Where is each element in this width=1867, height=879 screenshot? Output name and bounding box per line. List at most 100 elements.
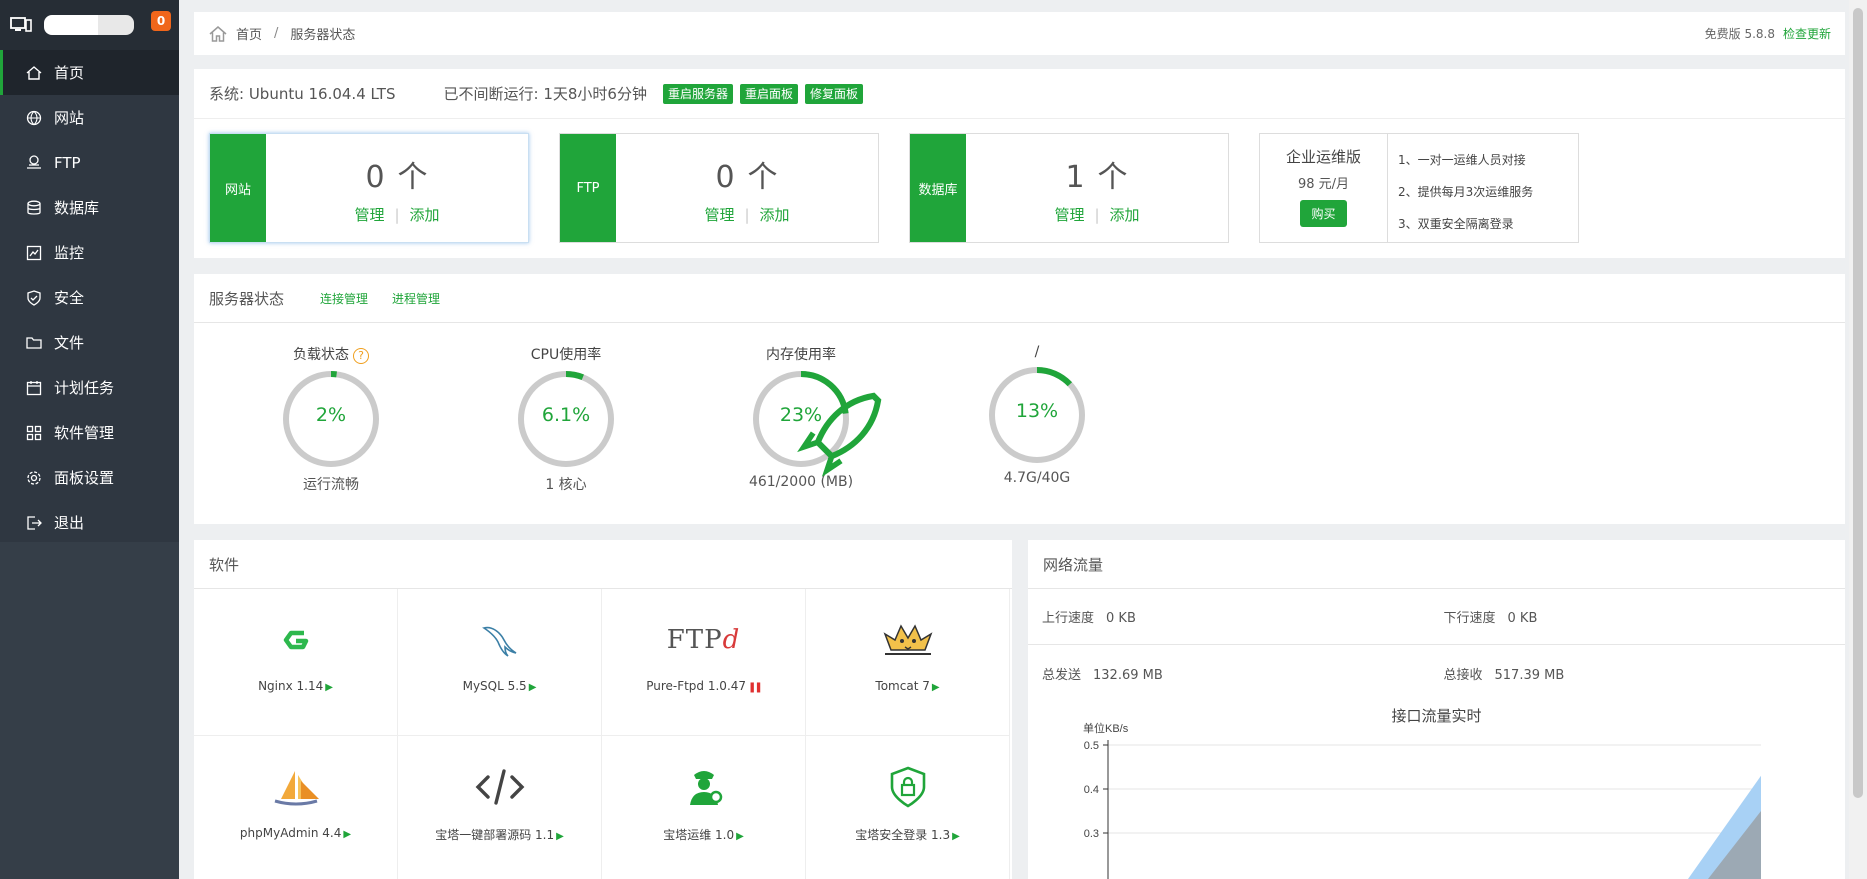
software-state-icon[interactable]: ▶ [736,831,744,842]
enterprise-title: 企业运维版 [1285,148,1361,166]
software-item[interactable]: Tomcat 7 ▶ [806,589,1010,736]
sidebar-item-8[interactable]: 软件管理 [0,410,179,455]
os-info: 系统: Ubuntu 16.04.4 LTS [209,85,396,103]
sidebar-item-label: 安全 [54,289,85,307]
phpmyadmin-icon [268,762,324,812]
software-item[interactable]: FTPd Pure-Ftpd 1.0.47 ❚❚ [602,589,806,736]
sidebar-item-9[interactable]: 面板设置 [0,455,179,500]
sidebar-item-7[interactable]: 计划任务 [0,365,179,410]
uptime-info: 已不间断运行: 1天8小时6分钟 [443,85,647,103]
server-ip-redacted [44,15,134,35]
sidebar-item-label: 软件管理 [54,424,115,442]
sidebar-item-label: 计划任务 [54,379,115,397]
home-icon[interactable] [208,24,228,44]
software-state-icon[interactable]: ▶ [556,831,564,842]
sidebar-item-5[interactable]: 安全 [0,275,179,320]
sidebar-item-3[interactable]: 数据库 [0,185,179,230]
software-name: Tomcat 7 [875,679,930,693]
software-item[interactable]: 宝塔运维 1.0 ▶ [602,736,806,879]
software-state-icon[interactable]: ▶ [932,682,940,693]
software-item[interactable]: MySQL 5.5 ▶ [398,589,602,736]
enterprise-feature: 2、提供每月3次运维服务 [1398,185,1534,199]
sidebar-item-0[interactable]: 首页 [0,50,179,95]
y-tick-label: 0.5 [1084,740,1099,752]
sidebar-item-label: 退出 [54,514,85,532]
add-link[interactable]: 添加 [1110,206,1140,224]
y-axis-label: 单位KB/s [1083,721,1129,735]
sidebar: 0 首页网站FTP数据库监控安全文件计划任务软件管理面板设置退出 + [0,0,179,879]
scrollbar-thumb[interactable] [1853,8,1863,798]
home-icon [26,65,42,81]
total-received-label: 总接收 [1443,667,1483,683]
notification-badge[interactable]: 0 [151,11,171,31]
manage-link[interactable]: 管理 [1054,206,1084,224]
y-tick-label: 0.3 [1084,828,1099,840]
enterprise-feature: 1、一对一运维人员对接 [1398,153,1526,167]
gauge-1[interactable]: CPU使用率 6.1% 1 核心 [466,344,666,494]
software-item[interactable]: Nginx 1.14 ▶ [194,589,398,736]
card-tag: 网站 [210,134,266,242]
gauge-subtitle: 4.7G/40G [1003,470,1071,486]
server-header[interactable]: 0 [0,0,179,50]
network-panel: 网络流量 上行速度 0 KB 下行速度 0 KB 总发送 132.69 MB 总接收 5… [1028,540,1845,879]
buy-button[interactable]: 购买 [1300,200,1347,227]
download-speed-value: 0 KB [1507,611,1538,626]
section-title: 网络流量 [1043,555,1104,574]
gauge-percent: 6.1% [541,404,591,426]
software-item[interactable]: 宝塔安全登录 1.3 ▶ [806,736,1010,879]
gauge-0[interactable]: 负载状态? 2% 运行流畅 [231,344,431,494]
software-state-icon[interactable]: ❚❚ [748,682,763,693]
software-state-icon[interactable]: ▶ [325,682,333,693]
shield-icon [26,289,42,306]
total-received-value: 517.39 MB [1494,667,1565,683]
gauge-percent: 2% [315,404,347,426]
sidebar-item-label: FTP [54,153,81,172]
breadcrumb-home[interactable]: 首页 [236,24,262,43]
restart-panel-button[interactable]: 重启面板 [739,83,798,104]
software-state-icon[interactable]: ▶ [952,831,960,842]
gauge-3[interactable]: / 13% 4.7G/40G [937,344,1137,486]
page-scrollbar[interactable] [1849,0,1867,879]
sidebar-item-10[interactable]: 退出 [0,500,179,545]
sidebar-item-6[interactable]: 文件 [0,320,179,365]
software-item[interactable]: phpMyAdmin 4.4 ▶ [194,736,398,879]
help-icon[interactable]: ? [353,348,369,364]
ops-icon [676,762,732,812]
secure-login-icon [880,762,936,812]
globe-icon [26,110,42,126]
logout-icon [26,515,42,531]
software-state-icon[interactable]: ▶ [343,829,351,840]
repair-panel-button[interactable]: 修复面板 [805,83,864,104]
total-sent-label: 总发送 [1042,667,1082,683]
connection-manage-link[interactable]: 连接管理 [320,290,368,307]
sidebar-item-4[interactable]: 监控 [0,230,179,275]
manage-link[interactable]: 管理 [704,206,734,224]
gauge-subtitle: 运行流畅 [303,477,359,493]
software-item[interactable]: 宝塔一键部署源码 1.1 ▶ [398,736,602,879]
monitor-icon [10,17,32,32]
process-manage-link[interactable]: 进程管理 [392,290,440,307]
apps-icon [26,425,42,441]
restart-server-button[interactable]: 重启服务器 [662,83,733,104]
check-update-link[interactable]: 检查更新 [1783,27,1831,41]
sidebar-item-1[interactable]: 网站 [0,95,179,140]
software-name: 宝塔安全登录 1.3 [855,828,951,842]
sidebar-item-label: 数据库 [54,199,100,217]
add-link[interactable]: 添加 [410,206,440,224]
breadcrumb-current: 服务器状态 [290,28,356,43]
sidebar-item-2[interactable]: FTP [0,140,179,185]
enterprise-price: 98 元/月 [1297,177,1350,192]
software-state-icon[interactable]: ▶ [529,682,537,693]
software-name: phpMyAdmin 4.4 [239,826,342,840]
gauge-2[interactable]: 内存使用率 23% 461/2000 (MB) [701,344,901,490]
breadcrumb-separator: / [274,26,279,41]
server-status-panel: 服务器状态 连接管理 进程管理 负载状态? 2% 运行流畅 CPU使用率 6.1… [194,274,1845,524]
database-icon [26,200,42,216]
add-link[interactable]: 添加 [760,206,790,224]
card-count: 1 个 [1065,159,1129,195]
enterprise-card: 企业运维版 98 元/月 购买 1、一对一运维人员对接 2、提供每月3次运维服务… [1259,133,1579,243]
sidebar-background [0,542,179,879]
calendar-icon [26,380,42,396]
manage-link[interactable]: 管理 [354,206,384,224]
software-name: 宝塔运维 1.0 [663,828,735,842]
